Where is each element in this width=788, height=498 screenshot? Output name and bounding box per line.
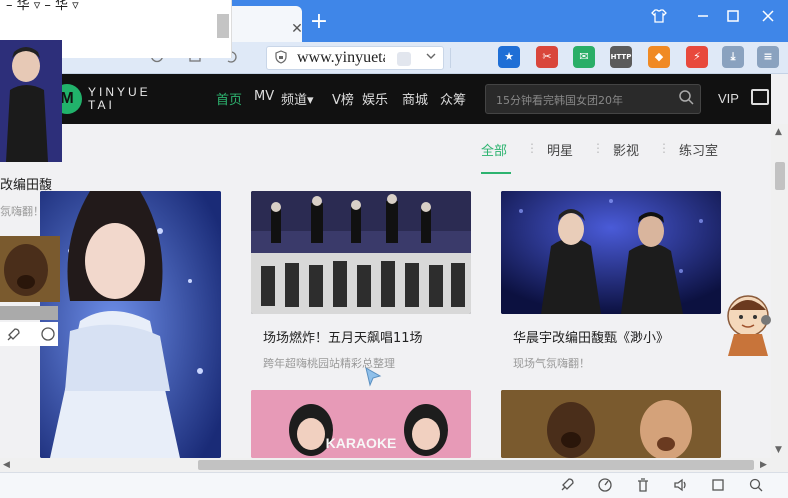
new-tab-button[interactable]: +: [306, 10, 332, 36]
reader-mode-icon[interactable]: [397, 52, 411, 66]
vertical-scrollbar[interactable]: ▲ ▼: [771, 124, 788, 458]
close-window-button[interactable]: [755, 8, 781, 30]
nav-vchart[interactable]: V榜: [332, 89, 354, 108]
maximize-button[interactable]: [720, 8, 746, 30]
scroll-right-arrow-icon[interactable]: ▶: [760, 459, 767, 471]
ghost-frame-thumbnail: [0, 40, 62, 162]
card-title[interactable]: 场场燃炸！五月天飙唱11场: [263, 327, 423, 346]
vip-link[interactable]: VIP: [718, 91, 739, 106]
filter-separator: ⋮: [658, 141, 670, 155]
card-subtitle: 现场气氛嗨翻！: [513, 357, 590, 370]
horizontal-scrollbar[interactable]: ◀ ▶: [0, 458, 771, 472]
scroll-up-arrow-icon[interactable]: ▲: [775, 126, 782, 138]
bookmark-star-icon[interactable]: ★: [498, 46, 520, 68]
featured-video-thumbnail[interactable]: [40, 191, 221, 458]
chevron-down-icon[interactable]: [423, 50, 439, 66]
ghost-frame-bar: [0, 306, 58, 320]
search-icon[interactable]: [676, 89, 696, 109]
ghost-frame-subtitle: 氛嗨翻！: [0, 205, 44, 218]
wechat-icon[interactable]: ✉: [573, 46, 595, 68]
address-bar[interactable]: www.yinyuetai.com: [266, 46, 444, 70]
shield-ext-icon[interactable]: ◆: [648, 46, 670, 68]
vertical-scroll-thumb[interactable]: [775, 162, 785, 190]
scroll-down-arrow-icon[interactable]: ▼: [775, 444, 782, 456]
video-thumbnail-karaoke[interactable]: KARAOKE: [251, 390, 471, 458]
nav-channels[interactable]: 频道▾: [281, 89, 314, 108]
nav-entertainment[interactable]: 娱乐: [362, 89, 388, 108]
status-bar: [0, 472, 788, 498]
minimize-button[interactable]: [690, 8, 716, 30]
toolbar-divider: [450, 48, 451, 68]
trash-icon[interactable]: [634, 477, 652, 495]
zoom-icon[interactable]: [747, 477, 765, 495]
video-thumbnail-mayday[interactable]: [251, 191, 471, 314]
browser-window: ✕ + www.yinyuetai.com: [0, 0, 788, 498]
volume-icon[interactable]: [672, 477, 690, 495]
download-icon[interactable]: ⤓: [722, 46, 744, 68]
filter-separator: ⋮: [526, 141, 538, 155]
close-tab-button[interactable]: ✕: [287, 19, 307, 39]
filter-film[interactable]: 影视: [613, 140, 639, 159]
video-thumbnail-hua-chenyu[interactable]: [501, 191, 721, 314]
nav-mv[interactable]: MV: [254, 89, 274, 104]
svg-text:KARAOKE: KARAOKE: [326, 435, 397, 451]
scroll-corner: [771, 458, 788, 472]
horizontal-scroll-thumb[interactable]: [198, 460, 754, 470]
ghost-frame-text: – 华 ▿ – 华 ▿: [6, 0, 79, 13]
site-search-box[interactable]: [485, 84, 701, 114]
ghost-frame-icons: [0, 322, 58, 346]
security-shield-icon[interactable]: [273, 50, 289, 66]
screen-icon[interactable]: [751, 89, 769, 105]
lightning-icon[interactable]: ⚡: [686, 46, 708, 68]
nav-shop[interactable]: 商城: [402, 89, 428, 108]
scroll-left-arrow-icon[interactable]: ◀: [3, 459, 10, 471]
card-title[interactable]: 华晨宇改编田馥甄《渺小》: [513, 327, 669, 346]
filter-all[interactable]: 全部: [481, 140, 507, 159]
filter-practice[interactable]: 练习室: [679, 140, 718, 159]
site-search-input[interactable]: [496, 91, 666, 109]
url-text[interactable]: www.yinyuetai.com: [297, 49, 385, 67]
skin-icon[interactable]: [646, 8, 672, 30]
mouse-cursor-icon: [364, 366, 382, 388]
nav-crowdfunding[interactable]: 众筹: [440, 89, 466, 108]
http-icon[interactable]: HTTP: [610, 46, 632, 68]
site-logo-text[interactable]: YINYUE TAI: [88, 86, 151, 112]
ghost-frame-title: 改编田馥: [0, 178, 53, 193]
active-filter-underline: [481, 172, 511, 174]
logo-line-2: TAI: [88, 98, 115, 112]
speed-icon[interactable]: [596, 477, 614, 495]
filter-stars[interactable]: 明星: [547, 140, 573, 159]
site-header: M YINYUE TAI 首页 MV 频道▾ V榜 娱乐 商城 众筹 VIP: [0, 74, 771, 124]
ghost-frame-scrollbar: [217, 14, 229, 38]
mascot-widget-icon[interactable]: [720, 290, 776, 360]
rocket-icon[interactable]: [558, 477, 576, 495]
screenshot-icon[interactable]: ✂: [536, 46, 558, 68]
ghost-frame-thumbnail-2: [0, 236, 60, 302]
video-thumbnail-singers[interactable]: [501, 390, 721, 458]
menu-icon[interactable]: ≡: [757, 46, 779, 68]
window-icon[interactable]: [709, 477, 727, 495]
nav-home[interactable]: 首页: [216, 89, 242, 108]
filter-separator: ⋮: [592, 141, 604, 155]
